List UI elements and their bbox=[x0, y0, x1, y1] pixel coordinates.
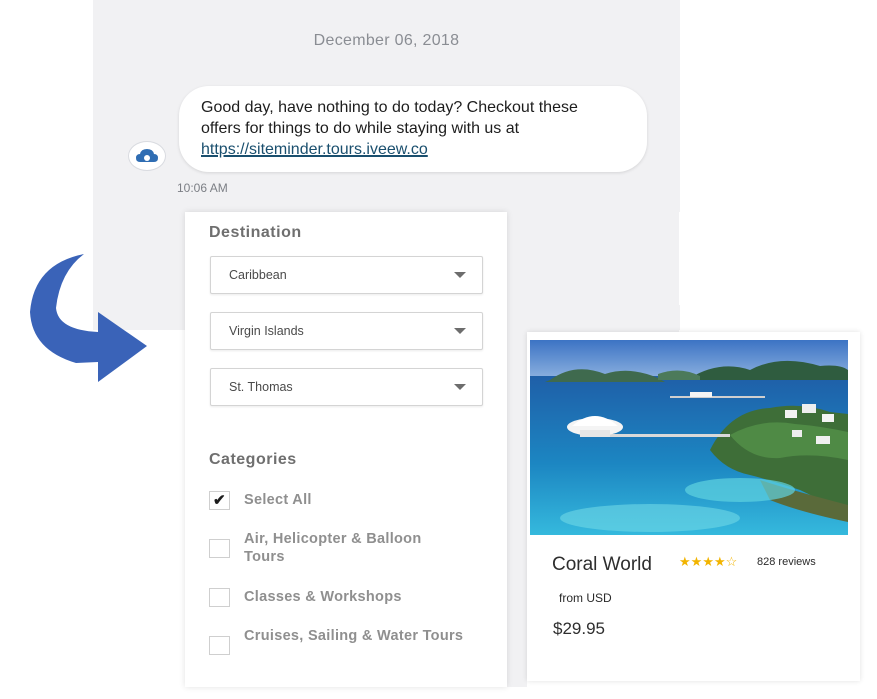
destination-island-select[interactable]: St. Thomas bbox=[210, 368, 483, 406]
category-air-tours[interactable]: Air, Helicopter & Balloon Tours bbox=[209, 530, 464, 566]
avatar bbox=[128, 141, 166, 171]
cloud-icon bbox=[136, 149, 158, 162]
chat-message-line: offers for things to do while staying wi… bbox=[201, 120, 520, 137]
category-label: Select All bbox=[244, 492, 312, 508]
chevron-down-icon bbox=[454, 328, 466, 334]
rating-stars: ★ ★ ★ ★ ☆ bbox=[679, 554, 737, 570]
destination-region-select[interactable]: Caribbean bbox=[210, 256, 483, 294]
category-cruises[interactable]: Cruises, Sailing & Water Tours bbox=[209, 627, 464, 655]
category-label: Air, Helicopter & Balloon Tours bbox=[244, 531, 422, 565]
star-filled-icon: ★ bbox=[679, 554, 691, 569]
panel-background bbox=[679, 212, 860, 305]
star-filled-icon: ★ bbox=[702, 554, 714, 569]
star-filled-icon: ★ bbox=[690, 554, 703, 569]
chat-message-bubble: Good day, have nothing to do today? Chec… bbox=[179, 86, 647, 172]
panel-gutter bbox=[507, 212, 527, 687]
select-value: Virgin Islands bbox=[229, 324, 304, 338]
destination-title: Destination bbox=[209, 224, 302, 241]
tour-price: $29.95 bbox=[553, 619, 605, 638]
checkbox[interactable] bbox=[209, 636, 230, 655]
categories-title: Categories bbox=[209, 451, 297, 468]
category-select-all[interactable]: ✔ Select All bbox=[209, 491, 464, 510]
chevron-down-icon bbox=[454, 272, 466, 278]
category-label: Cruises, Sailing & Water Tours bbox=[244, 628, 464, 644]
destination-country-select[interactable]: Virgin Islands bbox=[210, 312, 483, 350]
price-from-label: from USD bbox=[559, 591, 612, 605]
select-value: St. Thomas bbox=[229, 380, 293, 394]
curved-arrow-icon bbox=[30, 254, 147, 382]
category-classes-workshops[interactable]: Classes & Workshops bbox=[209, 588, 464, 607]
checkmark-icon: ✔ bbox=[213, 492, 226, 509]
checkbox[interactable] bbox=[209, 588, 230, 607]
chat-message-line: Good day, have nothing to do today? Chec… bbox=[201, 99, 578, 116]
chat-message-link[interactable]: https://siteminder.tours.iveew.co bbox=[201, 141, 428, 158]
review-count[interactable]: 828 reviews bbox=[757, 554, 816, 570]
tour-card[interactable]: Coral World ★ ★ ★ ★ ☆ 828 reviews from U… bbox=[527, 332, 860, 681]
filter-panel: Destination Caribbean Virgin Islands St.… bbox=[185, 212, 507, 687]
checkbox[interactable] bbox=[209, 539, 230, 558]
checkbox[interactable]: ✔ bbox=[209, 491, 230, 510]
panel-background bbox=[527, 212, 679, 332]
chevron-down-icon bbox=[454, 384, 466, 390]
category-label: Classes & Workshops bbox=[244, 589, 402, 605]
tour-title[interactable]: Coral World bbox=[552, 554, 652, 576]
star-filled-icon: ★ bbox=[713, 554, 726, 569]
chat-timestamp: 10:06 AM bbox=[177, 181, 228, 195]
select-value: Caribbean bbox=[229, 268, 287, 282]
star-empty-icon: ☆ bbox=[725, 554, 738, 569]
chat-date: December 06, 2018 bbox=[313, 32, 460, 49]
tour-photo[interactable] bbox=[530, 340, 848, 535]
